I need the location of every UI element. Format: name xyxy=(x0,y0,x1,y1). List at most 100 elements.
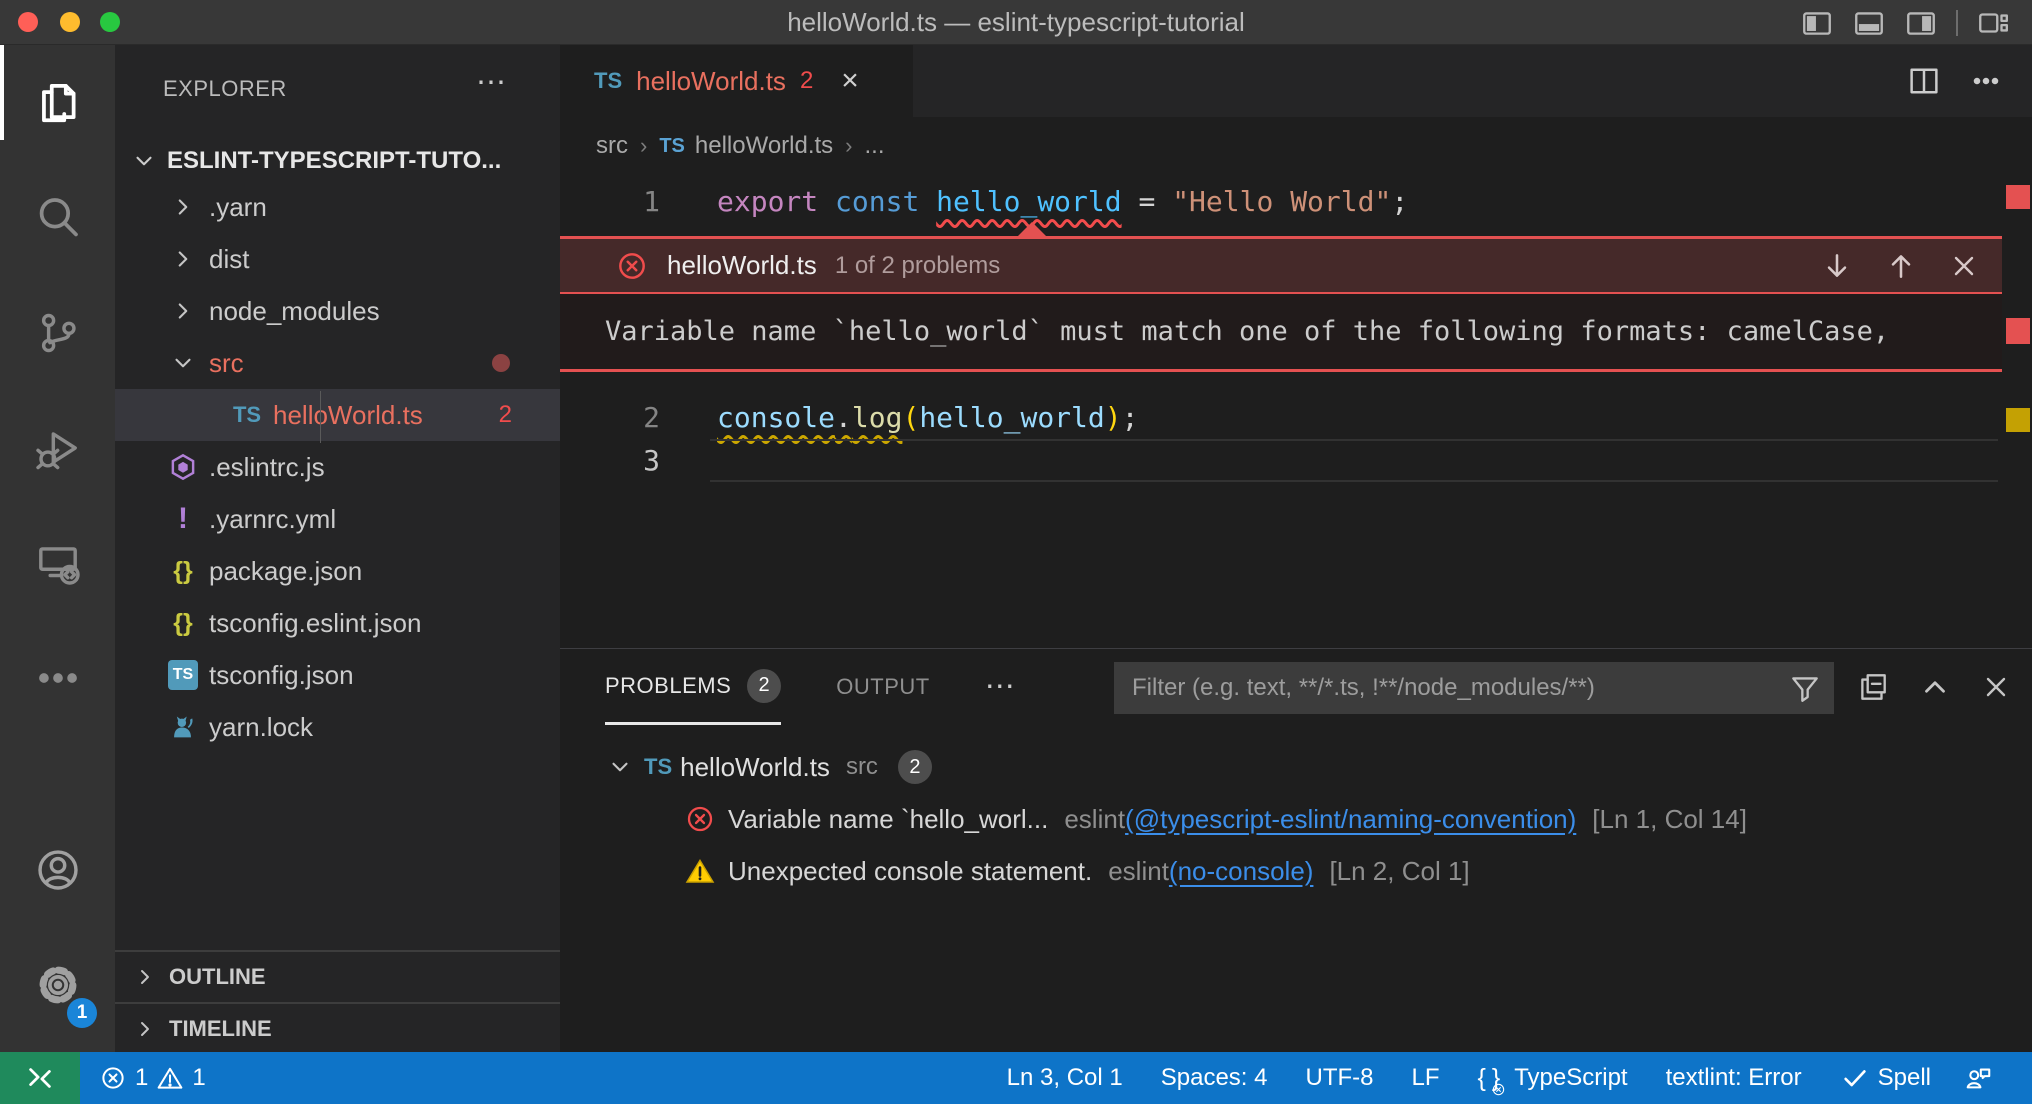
tree-item-dist[interactable]: dist xyxy=(115,233,560,285)
tree-item--yarn[interactable]: .yarn xyxy=(115,181,560,233)
panel-header: PROBLEMS 2 OUTPUT ⋯ xyxy=(560,649,2032,725)
problem-row-warning[interactable]: Unexpected console statement.eslint(no-c… xyxy=(560,845,2032,897)
collapse-all-icon[interactable] xyxy=(1856,670,1890,704)
problem-position: [Ln 1, Col 14] xyxy=(1592,804,1747,835)
activity-item-explorer[interactable] xyxy=(0,45,115,160)
next-problem-icon[interactable] xyxy=(1820,249,1854,283)
tree-item-label: .yarnrc.yml xyxy=(209,504,336,535)
panel-more-tabs[interactable]: ⋯ xyxy=(985,682,1017,692)
status-spell-status[interactable]: Spell xyxy=(1821,1052,1950,1104)
problems-file-label: helloWorld.ts xyxy=(680,752,830,783)
tree-item--yarnrc-yml[interactable]: !.yarnrc.yml xyxy=(115,493,560,545)
activity-bar: 1 xyxy=(0,45,115,1052)
typescript-file-icon: TS xyxy=(594,68,622,94)
code-line-3[interactable]: 3 xyxy=(560,439,2032,482)
breadcrumb-item[interactable]: TShelloWorld.ts xyxy=(659,132,833,160)
tree-item-src[interactable]: src xyxy=(115,337,560,389)
widget-message-row[interactable]: Variable name `hello_world` must match o… xyxy=(560,294,2002,369)
problems-status[interactable]: 1 1 xyxy=(80,1052,225,1104)
status-cursor-position[interactable]: Ln 3, Col 1 xyxy=(988,1052,1142,1104)
warning-icon xyxy=(680,855,720,887)
problems-list: TShelloWorld.tssrc2Variable name `hello_… xyxy=(560,741,2032,897)
tree-item-node-modules[interactable]: node_modules xyxy=(115,285,560,337)
overview-ruler[interactable] xyxy=(2004,140,2032,648)
tab-helloworld[interactable]: TS helloWorld.ts 2 × xyxy=(560,45,913,117)
error-count: 1 xyxy=(135,1064,148,1092)
tree-item-helloworld-ts[interactable]: TShelloWorld.ts2 xyxy=(115,389,560,441)
code-editor[interactable]: 1export const hello_world = "Hello World… xyxy=(560,175,2032,648)
line-number: 3 xyxy=(560,444,660,477)
warning-count: 1 xyxy=(192,1064,205,1092)
json-file-icon: {} xyxy=(163,557,203,586)
problem-rule-link[interactable]: (no-console) xyxy=(1169,856,1314,887)
check-icon xyxy=(1840,1063,1870,1093)
feedback-icon xyxy=(1963,1063,1993,1093)
problem-rule-link[interactable]: (@typescript-eslint/naming-convention) xyxy=(1125,804,1576,835)
maximize-panel-icon[interactable] xyxy=(1918,670,1952,704)
toggle-panel-icon[interactable] xyxy=(1852,6,1886,40)
previous-problem-icon[interactable] xyxy=(1884,249,1918,283)
close-widget-icon[interactable] xyxy=(1948,250,1980,282)
filter-input[interactable] xyxy=(1114,662,1834,714)
status-bar: 1 1 Ln 3, Col 1 Spaces: 4UTF-8LF{}TypeScr… xyxy=(0,1052,2032,1104)
toggle-secondary-sidebar-icon[interactable] xyxy=(1904,6,1938,40)
tree-item-yarn-lock[interactable]: yarn.lock xyxy=(115,701,560,753)
tree-item-tsconfig-json[interactable]: TStsconfig.json xyxy=(115,649,560,701)
widget-header: helloWorld.ts 1 of 2 problems xyxy=(560,239,2002,294)
tab-output[interactable]: OUTPUT xyxy=(836,649,929,725)
problems-tab-label: PROBLEMS xyxy=(605,673,731,699)
problem-row-error[interactable]: Variable name `hello_worl...eslint(@type… xyxy=(560,793,2032,845)
activity-item-source-control[interactable] xyxy=(0,275,115,390)
sidebar-section-outline[interactable]: OUTLINE xyxy=(115,950,560,1002)
breadcrumb-item[interactable]: src xyxy=(596,132,628,160)
bottom-panel: PROBLEMS 2 OUTPUT ⋯ TShelloWorld.tssrc2V… xyxy=(560,648,2032,1052)
more-actions-icon[interactable] xyxy=(1968,63,2004,99)
tab-problems[interactable]: PROBLEMS 2 xyxy=(605,649,781,725)
code-token: = xyxy=(1122,185,1173,218)
tree-item-tsconfig-eslint-json[interactable]: {}tsconfig.eslint.json xyxy=(115,597,560,649)
sidebar-section-timeline[interactable]: TIMELINE xyxy=(115,1002,560,1054)
activity-item-accounts[interactable] xyxy=(0,812,115,927)
status-encoding[interactable]: UTF-8 xyxy=(1286,1052,1392,1104)
activity-item-settings[interactable]: 1 xyxy=(0,927,115,1042)
filter-icon[interactable] xyxy=(1788,671,1822,705)
breadcrumb-label: src xyxy=(596,132,628,160)
chevron-down-icon xyxy=(131,148,157,174)
activity-item-more-views[interactable] xyxy=(0,620,115,735)
problem-source: eslint xyxy=(1108,856,1169,887)
remote-indicator[interactable] xyxy=(0,1052,80,1104)
tree-item-label: yarn.lock xyxy=(209,712,313,743)
status-eol[interactable]: LF xyxy=(1392,1052,1458,1104)
status-item-label: Ln 3, Col 1 xyxy=(1007,1064,1123,1092)
status-language-mode[interactable]: {}TypeScript xyxy=(1459,1052,1647,1104)
settings-badge: 1 xyxy=(67,998,97,1028)
title-bar: helloWorld.ts — eslint-typescript-tutori… xyxy=(0,0,2032,45)
tree-item--eslintrc-js[interactable]: .eslintrc.js xyxy=(115,441,560,493)
code-line-2[interactable]: 2console.log(hello_world); xyxy=(560,396,2032,439)
split-editor-icon[interactable] xyxy=(1906,63,1942,99)
status-textlint-status[interactable]: textlint: Error xyxy=(1647,1052,1821,1104)
problems-file-row[interactable]: TShelloWorld.tssrc2 xyxy=(560,741,2032,793)
status-notifications[interactable] xyxy=(2006,1052,2032,1104)
tab-close-icon[interactable]: × xyxy=(841,64,859,98)
project-root-row[interactable]: ESLINT-TYPESCRIPT-TUTO... xyxy=(115,135,560,187)
tree-item-package-json[interactable]: {}package.json xyxy=(115,545,560,597)
vscode-window: helloWorld.ts — eslint-typescript-tutori… xyxy=(0,0,2032,1104)
activity-item-search[interactable] xyxy=(0,160,115,275)
warning-icon xyxy=(156,1064,184,1092)
activity-item-remote-explorer[interactable] xyxy=(0,505,115,620)
customize-layout-icon[interactable] xyxy=(1976,6,2010,40)
explorer-more-actions[interactable]: ⋯ xyxy=(476,73,508,93)
status-feedback[interactable] xyxy=(1950,1052,2006,1104)
code-token: log xyxy=(852,401,903,434)
code-line-1[interactable]: 1export const hello_world = "Hello World… xyxy=(560,180,2032,223)
activity-item-run-debug[interactable] xyxy=(0,390,115,505)
breadcrumb-item[interactable]: ... xyxy=(865,132,885,160)
problems-filter xyxy=(1114,662,1834,714)
status-indentation[interactable]: Spaces: 4 xyxy=(1142,1052,1287,1104)
tree-item-label: src xyxy=(209,348,244,379)
project-root-label: ESLINT-TYPESCRIPT-TUTO... xyxy=(167,147,501,175)
toggle-primary-sidebar-icon[interactable] xyxy=(1800,6,1834,40)
close-panel-icon[interactable] xyxy=(1980,671,2012,703)
code-token: ; xyxy=(1122,401,1139,434)
